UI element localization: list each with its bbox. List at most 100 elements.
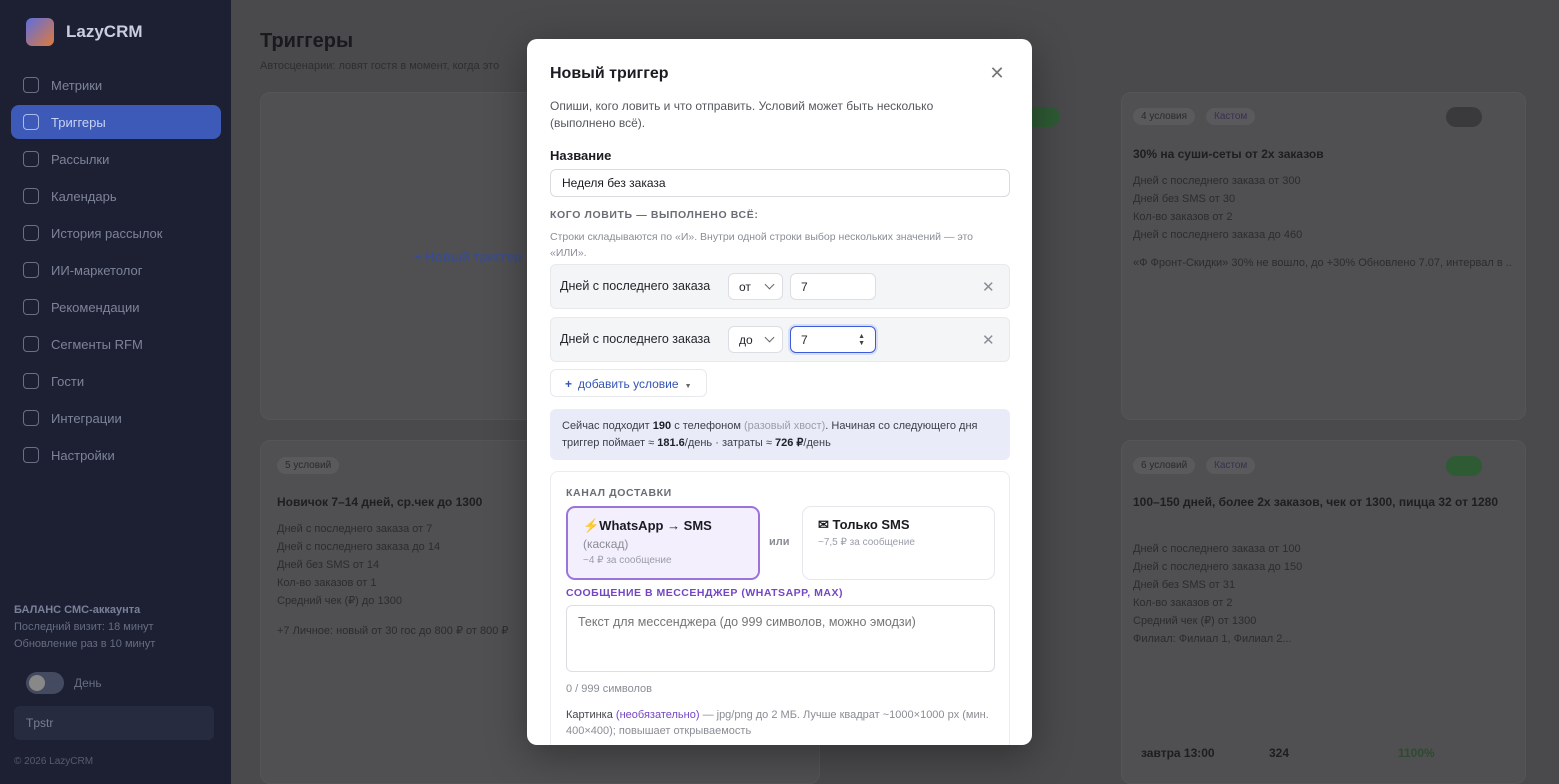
sidebar-item-mailings[interactable]: Рассылки	[11, 142, 221, 176]
condition-operator-select[interactable]: от	[728, 273, 783, 300]
logo-icon	[26, 18, 54, 46]
balance-info: БАЛАНС СМС-аккаунта Последний визит: 18 …	[14, 602, 155, 653]
trigger-toggle[interactable]	[1446, 456, 1482, 476]
chevron-down-icon	[764, 279, 775, 290]
match-count: 190	[652, 420, 672, 432]
modal-description: Опиши, кого ловить и что отправить. Усло…	[550, 99, 934, 130]
condition-line: Средний чек (₽) до 1300	[277, 595, 402, 607]
sidebar-item-label: ИИ-маркетолог	[51, 262, 143, 278]
stepper-icon[interactable]: ▲ ▼	[858, 333, 865, 347]
page-subtitle: Автосценарии: ловят гостя в момент, когд…	[260, 60, 500, 72]
conditions-chip: 6 условий	[1133, 457, 1196, 474]
segments-icon	[23, 336, 39, 352]
daily-cost: 726 ₽	[775, 437, 804, 449]
condition-field: Дней с последнего заказа	[560, 332, 711, 346]
conditions-chip: 5 условий	[277, 457, 340, 474]
close-icon[interactable]: ✕	[989, 64, 1005, 82]
condition-line: Дней с последнего заказа от 100	[1133, 543, 1301, 555]
condition-line: Средний чек (₽) от 1300	[1133, 615, 1257, 627]
condition-line: Кол-во заказов от 2	[1133, 597, 1233, 609]
info-muted: (разовый хвост)	[743, 420, 826, 432]
theme-toggle[interactable]	[26, 672, 64, 694]
channel-option-sms[interactable]: ✉ Только SMS ~7,5 ₽ за сообщение	[802, 506, 995, 580]
condition-line: Дней без SMS от 14	[277, 559, 380, 571]
condition-line: Кол-во заказов от 2	[1133, 211, 1233, 223]
lightbulb-icon	[23, 299, 39, 315]
who-caption: КОГО ЛОВИТЬ — ВЫПОЛНЕНО ВСЁ:	[550, 209, 759, 221]
condition-value-input[interactable]: 7 ▲ ▼	[790, 326, 876, 353]
condition-operator-select[interactable]: до	[728, 326, 783, 353]
caret-down-icon: ▼	[684, 383, 692, 390]
brand-name: LazyCRM	[66, 22, 143, 41]
balance-title: БАЛАНС СМС-аккаунта	[14, 604, 141, 616]
delivery-caption: КАНАЛ ДОСТАВКИ	[566, 487, 672, 499]
add-condition-button[interactable]: + добавить условие ▼	[550, 369, 707, 397]
sidebar-item-settings[interactable]: Настройки	[11, 438, 221, 472]
condition-line: Филиал: Филиал 1, Филиал 2...	[1133, 633, 1292, 645]
sidebar-item-triggers[interactable]: Триггеры	[11, 105, 221, 139]
sidebar-item-ai[interactable]: ИИ-маркетолог	[11, 253, 221, 287]
sidebar-item-history[interactable]: История рассылок	[11, 216, 221, 250]
account-select[interactable]: Tpstr	[14, 706, 214, 740]
message-textarea[interactable]	[566, 605, 995, 672]
users-icon	[23, 373, 39, 389]
sidebar-item-label: История рассылок	[51, 225, 163, 241]
sidebar-item-recommendations[interactable]: Рекомендации	[11, 290, 221, 324]
condition-line: Дней без SMS от 30	[1133, 193, 1236, 205]
sidebar-item-label: Рассылки	[51, 151, 110, 167]
sidebar-item-label: Гости	[51, 373, 85, 389]
plug-icon	[23, 410, 39, 426]
condition-value-input[interactable]: 7	[790, 273, 876, 300]
audience-estimate: Сейчас подходит 190 с телефоном (разовый…	[550, 409, 1010, 460]
sidebar-item-label: Триггеры	[51, 114, 106, 130]
trigger-toggle[interactable]	[1446, 107, 1482, 127]
sidebar-item-label: Сегменты RFM	[51, 336, 143, 352]
sidebar-item-guests[interactable]: Гости	[11, 364, 221, 398]
trigger-title: 30% на суши-сеты от 2х заказов	[1133, 147, 1324, 161]
condition-line: Дней с последнего заказа до 460	[1133, 229, 1303, 241]
trigger-title: Новичок 7–14 дней, ср.чек до 1300	[277, 495, 483, 509]
trigger-name-input[interactable]	[550, 169, 1010, 197]
bolt-icon	[23, 114, 39, 130]
page-title: Триггеры	[260, 30, 354, 52]
channel-sub: (каскад)	[583, 537, 629, 551]
sidebar: LazyCRM Метрики Триггеры Рассылки Календ…	[0, 0, 231, 784]
condition-line: Кол-во заказов от 1	[277, 577, 377, 589]
sidebar-nav: Метрики Триггеры Рассылки Календарь Исто…	[11, 68, 221, 475]
custom-badge: Кастом	[1206, 108, 1256, 125]
brand[interactable]: LazyCRM	[26, 18, 143, 46]
trigger-conditions: Дней с последнего заказа от 7 Дней с пос…	[277, 520, 440, 610]
channel-option-whatsapp[interactable]: ⚡WhatsApp → SMS (каскад) ~4 ₽ за сообщен…	[566, 506, 760, 580]
condition-value: 7	[801, 333, 808, 347]
condition-row: Дней с последнего заказа до 7 ▲ ▼ ✕	[550, 317, 1010, 362]
operator-value: до	[739, 333, 753, 347]
channel-price: ~7,5 ₽ за сообщение	[818, 537, 915, 548]
condition-line: Дней с последнего заказа до 14	[277, 541, 441, 553]
theme-switch: День	[26, 672, 102, 694]
sidebar-item-calendar[interactable]: Календарь	[11, 179, 221, 213]
calendar-icon	[23, 188, 39, 204]
name-label: Название	[550, 148, 612, 163]
sidebar-item-label: Рекомендации	[51, 299, 140, 315]
trigger-footnote: «Ф Фронт-Скидки» 30% не вошло, до +30% О…	[1133, 257, 1513, 269]
remove-condition-icon[interactable]: ✕	[982, 278, 995, 296]
chevron-down-icon	[764, 332, 775, 343]
sidebar-item-rfm[interactable]: Сегменты RFM	[11, 327, 221, 361]
sidebar-item-label: Настройки	[51, 447, 115, 463]
chart-icon	[23, 77, 39, 93]
remove-condition-icon[interactable]: ✕	[982, 331, 995, 349]
trigger-conditions: Дней с последнего заказа от 300 Дней без…	[1133, 172, 1302, 244]
sidebar-item-integrations[interactable]: Интеграции	[11, 401, 221, 435]
info-text: /день · затраты ≈	[684, 437, 772, 449]
stat-percent: 1100%	[1398, 746, 1435, 760]
new-trigger-modal: Новый триггер ✕ Опиши, кого ловить и что…	[527, 39, 1032, 745]
megaphone-icon	[23, 151, 39, 167]
new-trigger-link[interactable]: + Новый триггер	[414, 249, 522, 264]
condition-line: Дней без SMS от 31	[1133, 579, 1236, 591]
sidebar-item-metrics[interactable]: Метрики	[11, 68, 221, 102]
balance-line: Обновление раз в 10 минут	[14, 638, 156, 650]
next-run: завтра 13:00	[1141, 746, 1215, 760]
history-icon	[23, 225, 39, 241]
info-text: Сейчас подходит	[562, 420, 650, 432]
plus-icon: +	[565, 377, 573, 391]
